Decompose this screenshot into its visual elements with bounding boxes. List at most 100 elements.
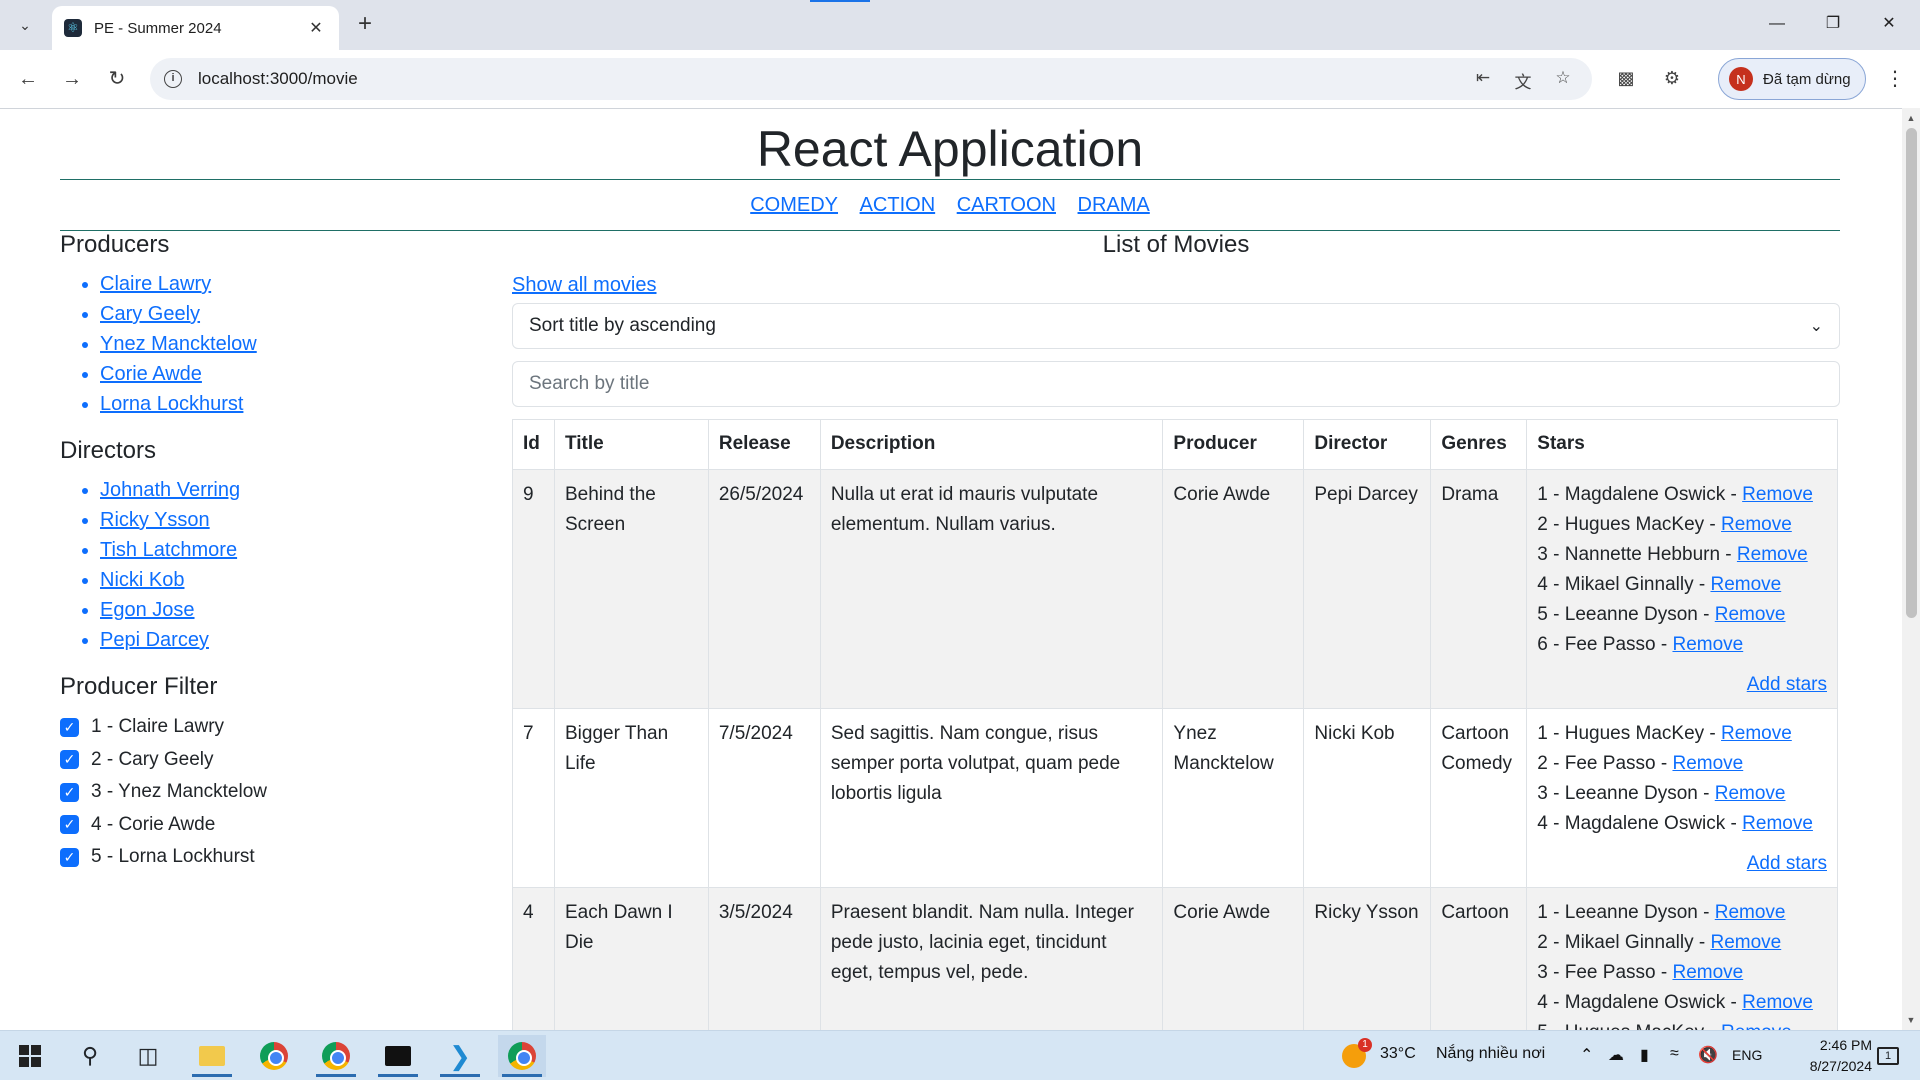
windows-start-icon[interactable] bbox=[6, 1035, 54, 1077]
onedrive-cloud-icon[interactable]: ☁ bbox=[1608, 1045, 1624, 1065]
new-tab-plus-icon[interactable]: + bbox=[350, 10, 380, 40]
browser-toolbar: ← → ↻ i localhost:3000/movie ⇤ 文 ☆ ▩ ⚙ N… bbox=[0, 50, 1920, 108]
remove-star-link[interactable]: Remove bbox=[1742, 992, 1813, 1013]
weather-temp[interactable]: 33°C bbox=[1380, 1045, 1416, 1063]
translate-icon[interactable]: 文 bbox=[1510, 68, 1536, 92]
filter-option[interactable]: ✓ 1 - Claire Lawry bbox=[60, 711, 480, 744]
director-link[interactable]: Tish Latchmore bbox=[100, 539, 237, 561]
sort-select[interactable]: Sort title by ascending ⌄ bbox=[512, 303, 1840, 349]
checkbox-checked-icon[interactable]: ✓ bbox=[60, 782, 79, 802]
tab-close-icon[interactable]: ✕ bbox=[305, 18, 327, 38]
producer-link[interactable]: Corie Awde bbox=[100, 363, 202, 385]
remove-star-link[interactable]: Remove bbox=[1672, 634, 1743, 655]
cell-title: Behind the Screen bbox=[553, 469, 709, 709]
reload-icon[interactable]: ↻ bbox=[102, 64, 132, 94]
remove-star-link[interactable]: Remove bbox=[1737, 544, 1808, 565]
column-header: Producer bbox=[1162, 419, 1305, 470]
remove-star-link[interactable]: Remove bbox=[1721, 1022, 1792, 1030]
producer-link[interactable]: Lorna Lockhurst bbox=[100, 393, 243, 415]
battery-icon[interactable]: ▮ bbox=[1640, 1045, 1649, 1065]
filter-option[interactable]: ✓ 3 - Ynez Mancktelow bbox=[60, 776, 480, 809]
profile-button[interactable]: N Đã tạm dừng bbox=[1718, 58, 1866, 100]
extensions-puzzle-icon[interactable]: ⚙ bbox=[1658, 64, 1686, 92]
chrome-active-taskbar-icon[interactable] bbox=[498, 1035, 546, 1077]
column-header: Release bbox=[707, 419, 821, 470]
browser-tabstrip: ⌄ ⚛ PE - Summer 2024 ✕ + — ❐ ✕ bbox=[0, 0, 1920, 50]
remove-star-link[interactable]: Remove bbox=[1715, 783, 1786, 804]
remove-star-link[interactable]: Remove bbox=[1742, 484, 1813, 505]
back-arrow-icon[interactable]: ← bbox=[13, 64, 43, 94]
weather-sun-icon[interactable]: 1 bbox=[1334, 1035, 1374, 1077]
sun-icon: 1 bbox=[1342, 1038, 1372, 1068]
column-header: Genres bbox=[1430, 419, 1528, 470]
checkbox-checked-icon[interactable]: ✓ bbox=[60, 815, 79, 835]
weather-text[interactable]: Nắng nhiều nơi bbox=[1436, 1045, 1545, 1063]
filter-option[interactable]: ✓ 2 - Cary Geely bbox=[60, 744, 480, 777]
file-explorer-icon[interactable] bbox=[188, 1035, 236, 1077]
producer-link[interactable]: Ynez Mancktelow bbox=[100, 333, 257, 355]
director-link[interactable]: Ricky Ysson bbox=[100, 509, 210, 531]
genre-link-action[interactable]: ACTION bbox=[860, 194, 936, 216]
volume-muted-icon[interactable]: 🔇 bbox=[1698, 1045, 1718, 1065]
genre-link-drama[interactable]: DRAMA bbox=[1078, 194, 1150, 216]
filter-option[interactable]: ✓ 4 - Corie Awde bbox=[60, 809, 480, 842]
window-close-icon[interactable]: ✕ bbox=[1866, 8, 1912, 40]
extension-pinned-icon[interactable]: ▩ bbox=[1612, 64, 1640, 92]
browser-menu-icon[interactable]: ⋮ bbox=[1880, 64, 1910, 94]
chrome-profile-taskbar-icon[interactable] bbox=[312, 1035, 360, 1077]
browser-tab[interactable]: ⚛ PE - Summer 2024 ✕ bbox=[52, 6, 339, 50]
address-bar[interactable]: i localhost:3000/movie ⇤ 文 ☆ bbox=[150, 58, 1592, 100]
director-link[interactable]: Pepi Darcey bbox=[100, 629, 209, 651]
sort-select-value: Sort title by ascending bbox=[529, 315, 716, 336]
scroll-down-arrow-icon[interactable]: ▼ bbox=[1902, 1012, 1920, 1028]
tray-chevron-up-icon[interactable]: ⌃ bbox=[1580, 1045, 1593, 1065]
scroll-thumb[interactable] bbox=[1906, 128, 1917, 618]
language-indicator[interactable]: ENG bbox=[1732, 1047, 1762, 1063]
director-link[interactable]: Egon Jose bbox=[100, 599, 195, 621]
remove-star-link[interactable]: Remove bbox=[1715, 902, 1786, 923]
show-all-movies-link[interactable]: Show all movies bbox=[512, 271, 1840, 299]
clock[interactable]: 2:46 PM 8/27/2024 bbox=[1772, 1035, 1872, 1077]
remove-star-link[interactable]: Remove bbox=[1721, 723, 1792, 744]
url-text[interactable]: localhost:3000/movie bbox=[198, 69, 358, 89]
page-scrollbar[interactable]: ▲ ▼ bbox=[1902, 108, 1920, 1030]
star-name: 4 - Mikael Ginnally bbox=[1537, 574, 1694, 595]
add-stars-link[interactable]: Add stars bbox=[1747, 853, 1827, 874]
producer-link[interactable]: Cary Geely bbox=[100, 303, 200, 325]
remove-star-link[interactable]: Remove bbox=[1721, 514, 1792, 535]
search-input[interactable] bbox=[529, 373, 1823, 395]
remove-star-link[interactable]: Remove bbox=[1710, 574, 1781, 595]
forward-arrow-icon[interactable]: → bbox=[57, 64, 87, 94]
remove-star-link[interactable]: Remove bbox=[1672, 962, 1743, 983]
terminal-window-icon bbox=[385, 1046, 411, 1066]
restore-icon[interactable]: ❐ bbox=[1810, 8, 1856, 40]
terminal-icon[interactable] bbox=[374, 1035, 422, 1077]
install-app-icon[interactable]: ⇤ bbox=[1470, 68, 1496, 90]
bookmark-star-icon[interactable]: ☆ bbox=[1550, 68, 1576, 90]
wifi-icon[interactable]: ≈ bbox=[1670, 1045, 1679, 1063]
search-icon[interactable]: ⚲ bbox=[66, 1035, 114, 1077]
task-view-icon[interactable]: ◫ bbox=[124, 1035, 172, 1077]
remove-star-link[interactable]: Remove bbox=[1742, 813, 1813, 834]
genre-link-comedy[interactable]: COMEDY bbox=[750, 194, 838, 216]
producer-link[interactable]: Claire Lawry bbox=[100, 273, 211, 295]
checkbox-checked-icon[interactable]: ✓ bbox=[60, 847, 79, 867]
remove-star-link[interactable]: Remove bbox=[1710, 932, 1781, 953]
director-link[interactable]: Nicki Kob bbox=[100, 569, 184, 591]
minimize-icon[interactable]: — bbox=[1754, 8, 1800, 40]
checkbox-checked-icon[interactable]: ✓ bbox=[60, 717, 79, 737]
add-stars-link[interactable]: Add stars bbox=[1747, 674, 1827, 695]
remove-star-link[interactable]: Remove bbox=[1672, 753, 1743, 774]
notification-icon[interactable]: 1 bbox=[1866, 1035, 1910, 1077]
checkbox-checked-icon[interactable]: ✓ bbox=[60, 750, 79, 770]
scroll-up-arrow-icon[interactable]: ▲ bbox=[1902, 110, 1920, 126]
chrome-taskbar-icon[interactable] bbox=[250, 1035, 298, 1077]
vscode-icon[interactable]: ❯ bbox=[436, 1035, 484, 1077]
genre-link-cartoon[interactable]: CARTOON bbox=[957, 194, 1056, 216]
remove-star-link[interactable]: Remove bbox=[1715, 604, 1786, 625]
site-info-icon[interactable]: i bbox=[164, 70, 182, 88]
director-link[interactable]: Johnath Verring bbox=[100, 479, 240, 501]
filter-option[interactable]: ✓ 5 - Lorna Lockhurst bbox=[60, 841, 480, 874]
tab-search-chevron-icon[interactable]: ⌄ bbox=[10, 10, 40, 40]
search-field[interactable] bbox=[512, 361, 1840, 407]
